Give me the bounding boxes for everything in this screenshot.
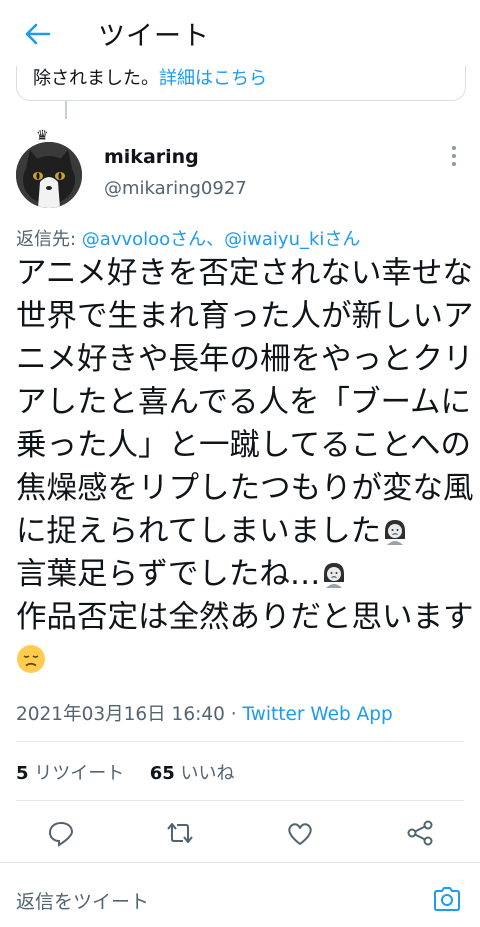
top-app-bar: ツイート bbox=[0, 0, 480, 66]
tweet-stats: 5 リツイート 65 いいね bbox=[16, 759, 235, 785]
tweet-line bbox=[16, 639, 468, 682]
like-icon bbox=[288, 823, 312, 845]
mention-link[interactable]: @iwaiyu_kiさん bbox=[224, 229, 360, 250]
more-dot bbox=[452, 162, 456, 166]
divider bbox=[16, 741, 464, 742]
thread-line bbox=[65, 101, 67, 119]
display-name[interactable]: mikaring bbox=[104, 146, 199, 168]
reply-compose-bar: 返信をツイート bbox=[0, 862, 480, 927]
tweet-line: 乗った人」と一蹴してることへの bbox=[16, 428, 472, 463]
more-dot bbox=[452, 154, 456, 158]
user-handle[interactable]: @mikaring0927 bbox=[104, 178, 247, 199]
reply-button[interactable] bbox=[46, 818, 76, 848]
tweet-line: 世界で生まれ育った人が新しいア bbox=[16, 299, 474, 334]
back-button[interactable] bbox=[20, 16, 56, 52]
tweet-line: 作品否定は全然ありだと思います bbox=[16, 600, 474, 635]
tweet-timestamp: 2021年03月16日 16:40 · Twitter Web App bbox=[16, 704, 393, 725]
reply-input[interactable]: 返信をツイート bbox=[16, 887, 149, 914]
avatar[interactable] bbox=[16, 142, 82, 208]
share-icon bbox=[407, 820, 433, 846]
tweet-line: ニメ好きや長年の柵をやっとクリ bbox=[16, 342, 474, 377]
mention-link[interactable]: @avvolooさん bbox=[82, 229, 206, 250]
share-button[interactable] bbox=[405, 818, 435, 848]
more-options-button[interactable] bbox=[444, 146, 464, 166]
retweets-stat[interactable]: 5 リツイート bbox=[16, 763, 124, 784]
source-app-link[interactable]: Twitter Web App bbox=[243, 704, 393, 725]
arrow-left-icon bbox=[25, 23, 51, 45]
likes-stat[interactable]: 65 いいね bbox=[150, 763, 235, 784]
disappointed-face-icon bbox=[17, 645, 45, 673]
retweet-button[interactable] bbox=[165, 818, 195, 848]
like-button[interactable] bbox=[285, 818, 315, 848]
tweet-line: に捉えられてしまいました bbox=[16, 510, 468, 553]
cat-avatar-image bbox=[16, 142, 82, 208]
more-dot bbox=[452, 146, 456, 150]
tweet-text: アニメ好きを否定されない幸せな 世界で生まれ育った人が新しいア ニメ好きや長年の… bbox=[16, 252, 474, 682]
retweet-icon bbox=[167, 823, 193, 843]
tweet-actions bbox=[0, 812, 480, 852]
camera-icon bbox=[434, 887, 460, 911]
divider bbox=[16, 800, 464, 801]
woman-emoji-icon bbox=[324, 563, 345, 588]
woman-emoji-icon bbox=[385, 520, 406, 545]
tweet-line: アニメ好きを否定されない幸せな bbox=[16, 256, 473, 291]
tweet-line: 焦燥感をリプしたつもりが変な風 bbox=[16, 471, 474, 506]
camera-button[interactable] bbox=[432, 885, 466, 915]
reply-to-line: 返信先: @avvolooさん、@iwaiyu_kiさん bbox=[16, 229, 361, 250]
quoted-tweet-notice: 除されました。詳細はこちら bbox=[33, 68, 267, 89]
tweet-line: アしたと喜んでる人を「ブームに bbox=[16, 385, 472, 420]
details-link[interactable]: 詳細はこちら bbox=[159, 68, 267, 89]
reply-icon bbox=[48, 821, 74, 847]
tweet-line: 言葉足らずでしたね… bbox=[16, 553, 468, 596]
page-title: ツイート bbox=[98, 21, 210, 52]
